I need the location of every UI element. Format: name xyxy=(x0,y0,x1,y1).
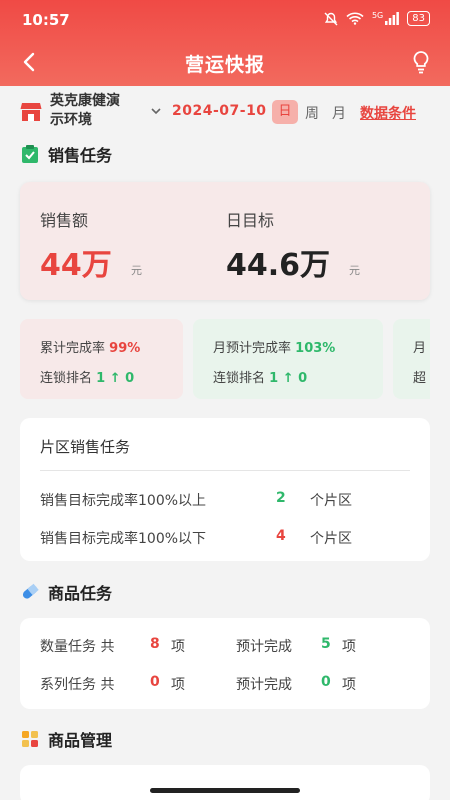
series-estimate-unit: 项 xyxy=(342,677,356,693)
row2-count: 4 xyxy=(276,528,286,544)
series-task-count: 0 xyxy=(150,674,160,690)
goods-management-section-title: 商品管理 xyxy=(20,727,112,751)
sales-amount-unit: 元 xyxy=(131,264,142,277)
status-time: 10:57 xyxy=(22,11,70,29)
status-icons: 5G 83 xyxy=(324,11,430,26)
pill-icon xyxy=(22,583,39,599)
series-task-unit: 项 xyxy=(171,677,185,693)
chain-rank-value: 1 ↑ 0 xyxy=(269,371,308,386)
battery-icon: 83 xyxy=(407,11,430,26)
series-estimate-count: 0 xyxy=(321,674,331,690)
qty-task-label: 数量任务 共 xyxy=(40,639,115,655)
tab-week[interactable]: 周 xyxy=(305,103,319,123)
filter-bar: 英克康健演 示环境 2024-07-10 日 周 月 数据条件 xyxy=(0,86,450,136)
status-bar: 10:57 5G 83 xyxy=(0,0,450,40)
chevron-down-icon[interactable] xyxy=(150,106,162,116)
tab-day[interactable]: 日 xyxy=(272,100,298,124)
qty-estimate-unit: 项 xyxy=(342,639,356,655)
partial-line1: 月 xyxy=(413,341,427,356)
qty-task-unit: 项 xyxy=(171,639,185,655)
row1-label: 销售目标完成率100%以上 xyxy=(40,493,207,509)
store-name-line2: 示环境 xyxy=(50,112,92,128)
daily-target-unit: 元 xyxy=(349,264,360,277)
qty-estimate-count: 5 xyxy=(321,636,331,652)
network-type-label: 5G xyxy=(371,11,384,20)
store-name-line1: 英克康健演 xyxy=(50,93,120,109)
cumulative-completion-card: 累计完成率 99% 连锁排名 1 ↑ 0 xyxy=(20,319,183,399)
sales-amount-value: 44万 xyxy=(40,248,112,283)
row2-unit: 个片区 xyxy=(310,531,352,547)
clipboard-check-icon xyxy=(22,145,38,163)
app-header: 10:57 5G 83 营运快报 xyxy=(0,0,450,86)
sales-amount-label: 销售额 xyxy=(40,211,89,230)
section-title-text: 商品任务 xyxy=(48,584,113,603)
daily-target-value: 44.6万 xyxy=(226,248,331,283)
sales-summary-card: 销售额 44万 元 日目标 44.6万 元 xyxy=(20,182,430,300)
qty-task-count: 8 xyxy=(150,636,160,652)
completion-rate-value: 99% xyxy=(109,341,141,356)
wifi-icon xyxy=(346,12,364,25)
qty-estimate-label: 预计完成 xyxy=(236,639,292,655)
section-title-text: 销售任务 xyxy=(48,146,113,165)
chain-rank-label: 连锁排名 xyxy=(213,371,266,386)
row1-unit: 个片区 xyxy=(310,493,352,509)
forecast-rate-value: 103% xyxy=(295,341,336,356)
row1-count: 2 xyxy=(276,490,286,506)
mini-line: 累计完成率 99% xyxy=(40,337,140,356)
series-estimate-label: 预计完成 xyxy=(236,677,292,693)
sales-task-section-title: 销售任务 xyxy=(20,142,112,166)
data-conditions-link[interactable]: 数据条件 xyxy=(360,103,416,123)
series-task-label: 系列任务 共 xyxy=(40,677,115,693)
row2-label: 销售目标完成率100%以下 xyxy=(40,531,207,547)
mute-icon xyxy=(324,12,338,25)
mini-line: 连锁排名 1 ↑ 0 xyxy=(40,367,134,386)
card-title: 片区销售任务 xyxy=(40,438,131,456)
date-picker[interactable]: 2024-07-10 xyxy=(172,103,267,119)
section-title-text: 商品管理 xyxy=(48,731,113,750)
goods-management-card xyxy=(20,765,430,800)
forecast-rate-label: 月预计完成率 xyxy=(213,341,292,356)
chain-rank-value: 1 ↑ 0 xyxy=(96,371,135,386)
partial-line2: 超 xyxy=(413,371,427,386)
monthly-forecast-card: 月预计完成率 103% 连锁排名 1 ↑ 0 xyxy=(193,319,383,399)
goods-task-section-title: 商品任务 xyxy=(20,580,112,604)
store-selector[interactable]: 英克康健演 示环境 xyxy=(50,92,150,130)
signal-icon xyxy=(385,12,400,25)
chain-rank-label: 连锁排名 xyxy=(40,371,93,386)
nav-bar: 营运快报 xyxy=(0,40,450,86)
page-title: 营运快报 xyxy=(184,54,265,76)
mini-line: 连锁排名 1 ↑ 0 xyxy=(213,367,307,386)
store-icon xyxy=(20,103,42,121)
grid-apps-icon xyxy=(22,731,38,747)
mini-line: 月预计完成率 103% xyxy=(213,337,335,356)
home-indicator xyxy=(150,788,300,793)
daily-target-label: 日目标 xyxy=(226,211,275,230)
partial-card: 月 超 xyxy=(393,319,430,399)
completion-rate-label: 累计完成率 xyxy=(40,341,106,356)
lightbulb-icon[interactable] xyxy=(410,50,432,74)
region-sales-card: 片区销售任务 销售目标完成率100%以上 2 个片区 销售目标完成率100%以下… xyxy=(20,418,430,561)
divider xyxy=(40,470,410,471)
goods-task-card: 数量任务 共 8 项 预计完成 5 项 系列任务 共 0 项 预计完成 0 项 xyxy=(20,618,430,709)
tab-month[interactable]: 月 xyxy=(332,103,346,123)
